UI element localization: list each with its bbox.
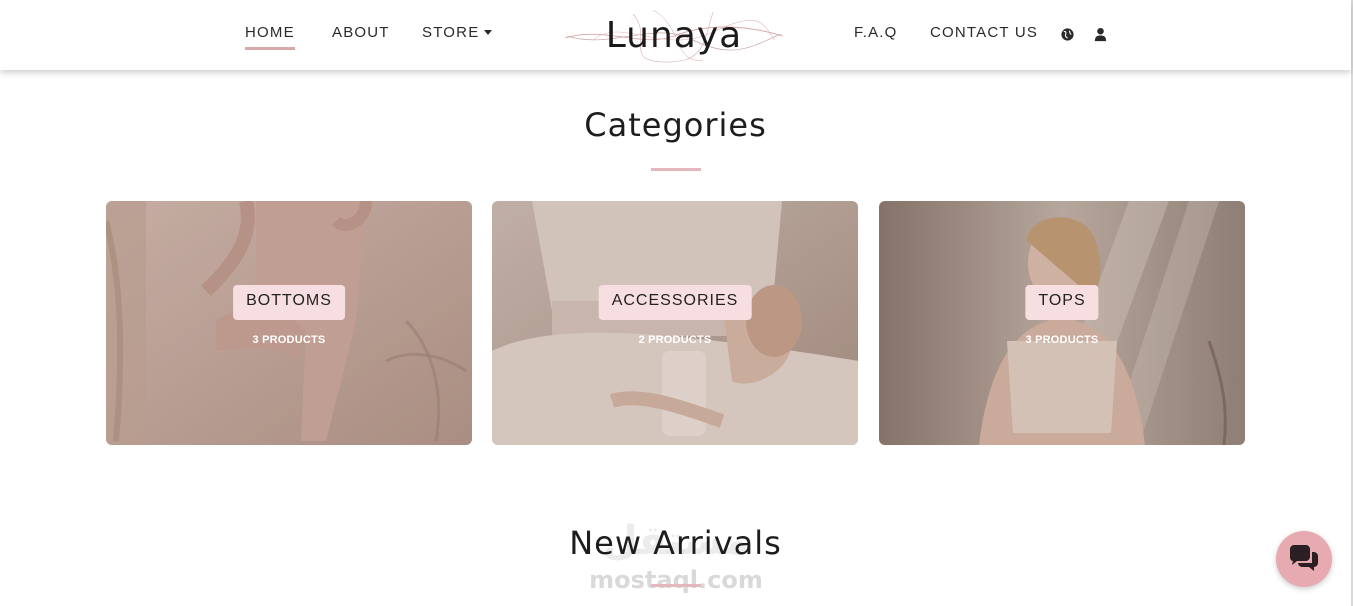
logo-text: Lunaya: [605, 15, 743, 56]
new-arrivals-title-underline: [651, 584, 701, 587]
user-icon[interactable]: [1094, 27, 1110, 43]
new-arrivals-title: New Arrivals: [569, 524, 782, 562]
category-count-accessories: 2 PRODUCTS: [638, 334, 712, 346]
category-card-accessories[interactable]: ACCESSORIES 2 PRODUCTS: [492, 201, 858, 445]
nav-store-label: STORE: [422, 24, 480, 41]
category-label-accessories[interactable]: ACCESSORIES: [598, 285, 752, 320]
site-header: HOME ABOUT STORE Lunaya F.A.Q CONTACT US: [0, 0, 1351, 70]
globe-icon[interactable]: [1060, 27, 1076, 43]
category-image-accessories: [492, 201, 858, 445]
category-count-bottoms: 3 PRODUCTS: [252, 334, 326, 346]
categories-title: Categories: [584, 106, 767, 144]
category-label-tops[interactable]: TOPS: [1025, 285, 1099, 320]
category-count-tops: 3 PRODUCTS: [1025, 334, 1099, 346]
chevron-down-icon: [484, 30, 493, 35]
category-image-tops: [879, 201, 1245, 445]
nav-faq[interactable]: F.A.Q: [854, 24, 898, 41]
nav-about[interactable]: ABOUT: [332, 24, 390, 41]
categories-title-underline: [651, 168, 701, 171]
watermark-text: mostaql.com: [589, 566, 763, 594]
nav-contact-us[interactable]: CONTACT US: [930, 24, 1038, 41]
chat-bubbles-icon: [1290, 545, 1318, 571]
logo[interactable]: Lunaya: [563, 6, 785, 66]
nav-home[interactable]: HOME: [245, 24, 295, 50]
category-image-bottoms: [106, 201, 472, 445]
category-label-bottoms[interactable]: BOTTOMS: [233, 285, 345, 320]
nav-store[interactable]: STORE: [422, 24, 493, 41]
category-card-bottoms[interactable]: BOTTOMS 3 PRODUCTS: [106, 201, 472, 445]
chat-button[interactable]: [1276, 531, 1332, 587]
category-card-tops[interactable]: TOPS 3 PRODUCTS: [879, 201, 1245, 445]
